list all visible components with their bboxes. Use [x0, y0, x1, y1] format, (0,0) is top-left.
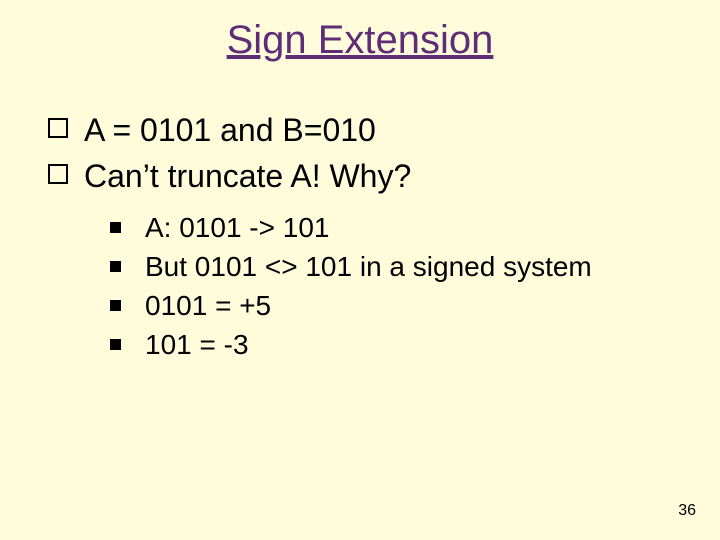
filled-square-bullet-icon	[110, 339, 121, 350]
sub-bullet-text: 101 = -3	[145, 327, 249, 362]
filled-square-bullet-icon	[110, 222, 121, 233]
slide: Sign Extension A = 0101 and B=010 Can’t …	[0, 0, 720, 540]
bullet-list: A = 0101 and B=010 Can’t truncate A! Why…	[48, 110, 680, 366]
sub-bullet-item: 101 = -3	[110, 327, 680, 362]
square-bullet-icon	[48, 164, 68, 184]
sub-bullet-text: A: 0101 -> 101	[145, 210, 329, 245]
slide-title: Sign Extension	[0, 18, 720, 63]
filled-square-bullet-icon	[110, 300, 121, 311]
bullet-item: Can’t truncate A! Why?	[48, 156, 680, 196]
filled-square-bullet-icon	[110, 261, 121, 272]
sub-bullet-item: But 0101 <> 101 in a signed system	[110, 249, 680, 284]
sub-bullet-text: But 0101 <> 101 in a signed system	[145, 249, 592, 284]
bullet-item: A = 0101 and B=010	[48, 110, 680, 150]
sub-bullet-list: A: 0101 -> 101 But 0101 <> 101 in a sign…	[110, 210, 680, 362]
square-bullet-icon	[48, 118, 68, 138]
bullet-text: Can’t truncate A! Why?	[84, 156, 411, 196]
page-number: 36	[678, 502, 696, 520]
bullet-text: A = 0101 and B=010	[84, 110, 376, 150]
sub-bullet-item: A: 0101 -> 101	[110, 210, 680, 245]
sub-bullet-item: 0101 = +5	[110, 288, 680, 323]
sub-bullet-text: 0101 = +5	[145, 288, 271, 323]
